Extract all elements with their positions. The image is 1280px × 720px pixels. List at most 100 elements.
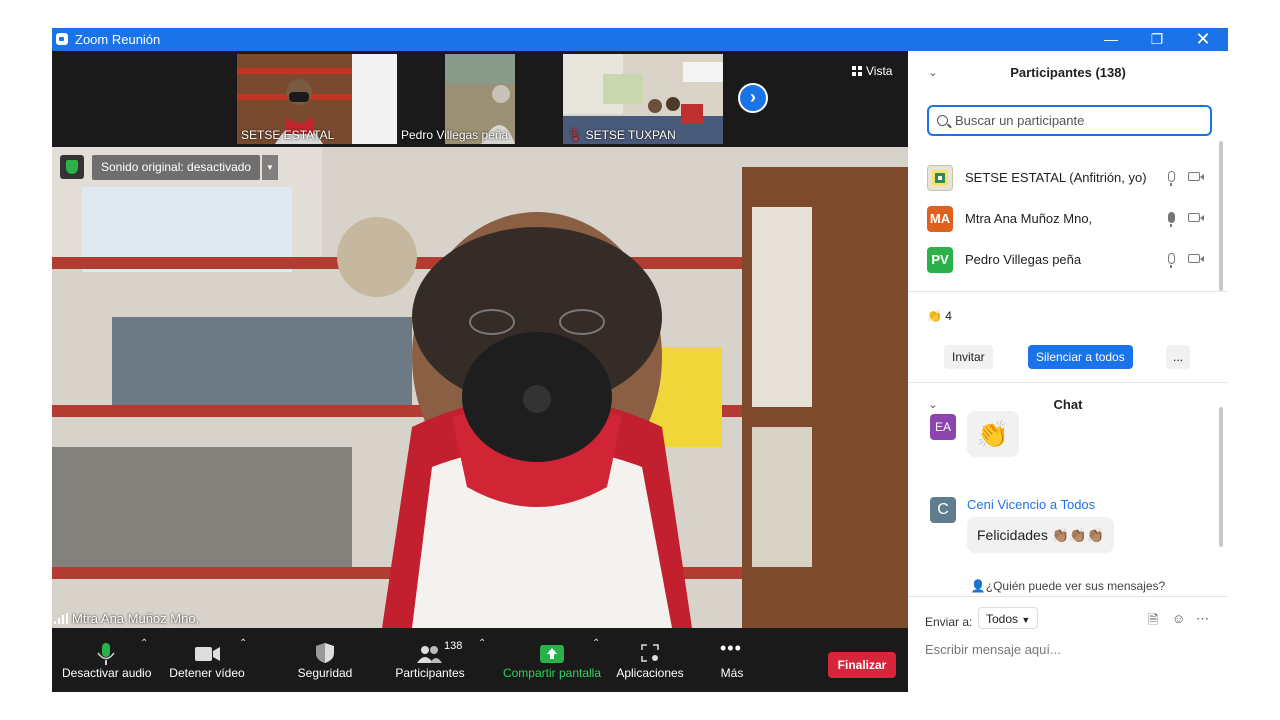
organization-logo-icon [932,170,948,186]
grid-view-icon [852,66,862,76]
more-label: Más [720,666,744,680]
invite-button[interactable]: Invitar [944,345,993,369]
speaker-name-text: Mtra Ana Muñoz Mno, [72,611,200,626]
mute-all-button[interactable]: Silenciar a todos [1028,345,1133,369]
chat-header: ⌄ Chat [908,383,1228,427]
participants-count-badge: 138 [444,640,463,652]
chat-scrollbar[interactable] [1219,407,1223,547]
participant-name: Pedro Villegas peña [965,252,1082,267]
speaker-video-image [52,147,908,628]
next-page-button[interactable]: › [738,83,768,113]
chat-avatar: C [930,497,956,523]
microphone-icon [97,643,115,665]
zoom-logo-icon [56,33,68,45]
thumbnail-name: 🎙 SETSE TUXPAN [567,128,676,142]
apps-label: Aplicaciones [616,666,684,680]
zoom-window: Zoom Reunión — ❐ ✕ SETSE ESTATAL Pedro V… [52,28,1228,692]
microphone-icon[interactable] [1168,171,1175,186]
camera-icon[interactable] [1188,254,1204,263]
close-button[interactable]: ✕ [1180,28,1226,51]
microphone-icon[interactable] [1168,212,1175,227]
participants-header: ⌄ Participantes (138) [908,51,1228,95]
end-meeting-button[interactable]: Finalizar [828,652,896,678]
file-icon[interactable]: 🗎 [1148,611,1158,633]
host-avatar [927,165,953,191]
participants-title: Participantes (138) [1010,65,1126,80]
active-speaker-video: Sonido original: desactivado ▼ Mtra Ana … [52,147,908,628]
reaction-count: 4 [945,309,952,323]
divider [908,291,1228,292]
camera-icon[interactable] [1188,172,1204,181]
emoji-icon[interactable]: ☺ [1172,611,1185,626]
participant-avatar: MA [927,206,953,232]
shield-icon [316,643,334,663]
thumbnail-name: SETSE ESTATAL [241,128,335,142]
microphone-icon[interactable] [1168,253,1175,268]
meeting-toolbar: Desactivar audio ⌃ Detener vídeo ⌃ Segur… [52,628,908,692]
share-options-caret[interactable]: ⌃ [592,638,600,649]
more-options-button[interactable]: ... [1166,345,1191,369]
thumbnail-video[interactable]: 🎙 SETSE TUXPAN [563,54,723,144]
participants-button[interactable]: 138 Participantes [392,628,468,692]
who-can-see-messages-link[interactable]: 👤¿Quién puede ver sus mensajes? [908,579,1228,593]
share-screen-label: Compartir pantalla [502,666,602,680]
original-sound-dropdown[interactable]: ▼ [262,155,278,180]
share-screen-icon [540,645,564,663]
security-button[interactable]: Seguridad [290,628,360,692]
chat-avatar: EA [930,414,956,440]
participants-scrollbar[interactable] [1219,141,1223,291]
video-camera-icon [195,647,220,661]
chevron-down-icon: ▼ [1021,615,1031,625]
audio-options-caret[interactable]: ⌃ [140,638,148,649]
apps-button[interactable]: Aplicaciones [614,628,686,692]
participant-avatar: PV [927,247,953,273]
video-options-caret[interactable]: ⌃ [239,638,247,649]
chat-sender[interactable]: Ceni Vicencio a Todos [967,497,1095,512]
thumbnail-name-text: SETSE TUXPAN [585,128,676,142]
view-label: Vista [866,64,893,78]
view-button[interactable]: Vista [852,64,892,78]
thumbnail-video[interactable]: Pedro Villegas peña [397,54,557,144]
more-icon: ••• [720,638,742,658]
camera-icon[interactable] [1188,213,1204,222]
window-title: Zoom Reunión [75,32,161,47]
mic-muted-icon: 🎙 [567,128,583,142]
apps-icon [641,644,659,662]
title-bar: Zoom Reunión — ❐ ✕ [52,28,1228,51]
side-panel: ⌄ Participantes (138) Buscar un particip… [908,51,1228,692]
participants-icon [417,646,442,663]
more-chat-options-icon[interactable]: ⋯ [1196,611,1209,627]
mute-audio-button[interactable]: Desactivar audio [62,628,152,692]
original-sound-toggle[interactable]: Sonido original: desactivado [92,155,261,180]
participant-search-input[interactable]: Buscar un participante [927,105,1212,136]
send-to-label: Enviar a: [925,615,973,629]
chat-message-input[interactable]: Escribir mensaje aquí... [925,642,1061,657]
speaker-name-label: Mtra Ana Muñoz Mno, [54,611,199,626]
video-area: SETSE ESTATAL Pedro Villegas peña 🎙 SETS… [52,51,908,692]
mute-audio-label: Desactivar audio [62,666,152,680]
stop-video-button[interactable]: Detener vídeo [164,628,250,692]
share-screen-button[interactable]: Compartir pantalla [498,628,606,692]
participants-options-caret[interactable]: ⌃ [478,638,486,649]
participant-row[interactable]: PV Pedro Villegas peña [908,240,1220,281]
signal-bars-icon [54,613,68,624]
who-can-see-text: ¿Quién puede ver sus mensajes? [985,579,1166,593]
divider [908,596,1228,597]
participants-label: Participantes [395,666,465,680]
search-placeholder: Buscar un participante [955,113,1085,128]
participant-row[interactable]: SETSE ESTATAL (Anfitrión, yo) [908,158,1220,199]
send-to-value: Todos [986,612,1019,626]
person-lock-icon: 👤 [970,579,986,593]
thumbnail-strip: SETSE ESTATAL Pedro Villegas peña 🎙 SETS… [52,51,908,147]
restore-button[interactable]: ❐ [1134,28,1180,51]
shield-icon[interactable] [60,155,84,179]
chevron-down-icon[interactable]: ⌄ [928,51,938,95]
chat-message-bubble: Felicidades 👏🏽👏🏽👏🏽 [967,517,1114,553]
reaction-summary: 👏 4 [927,309,952,323]
thumbnail-video[interactable]: SETSE ESTATAL [237,54,397,144]
send-to-dropdown[interactable]: Todos ▼ [978,607,1039,629]
more-button[interactable]: ••• Más [708,628,756,692]
minimize-button[interactable]: — [1088,28,1134,51]
thumbnail-name: Pedro Villegas peña [401,128,509,142]
participant-row[interactable]: MA Mtra Ana Muñoz Mno, [908,199,1220,240]
